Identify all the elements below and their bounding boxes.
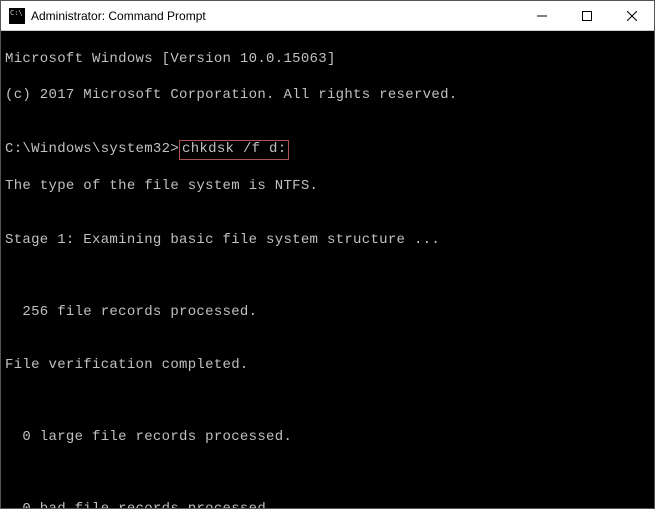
output-line: 0 large file records processed. (5, 429, 650, 447)
output-line: (c) 2017 Microsoft Corporation. All righ… (5, 87, 650, 105)
window-controls (519, 1, 654, 30)
window-title: Administrator: Command Prompt (31, 9, 519, 23)
output-line: 256 file records processed. (5, 304, 650, 322)
cmd-icon (9, 8, 25, 24)
titlebar[interactable]: Administrator: Command Prompt (1, 1, 654, 31)
prompt-line: C:\Windows\system32>chkdsk /f d: (5, 140, 650, 160)
output-line: Stage 1: Examining basic file system str… (5, 232, 650, 250)
output-line: Microsoft Windows [Version 10.0.15063] (5, 51, 650, 69)
command-highlight: chkdsk /f d: (179, 140, 289, 160)
prompt-prefix: C:\Windows\system32> (5, 141, 179, 157)
maximize-button[interactable] (564, 1, 609, 30)
minimize-button[interactable] (519, 1, 564, 30)
terminal-output[interactable]: Microsoft Windows [Version 10.0.15063] (… (1, 31, 654, 508)
output-line: 0 bad file records processed. (5, 501, 650, 508)
close-button[interactable] (609, 1, 654, 30)
output-line: The type of the file system is NTFS. (5, 178, 650, 196)
command-prompt-window: Administrator: Command Prompt Microsoft … (0, 0, 655, 509)
output-line: File verification completed. (5, 357, 650, 375)
